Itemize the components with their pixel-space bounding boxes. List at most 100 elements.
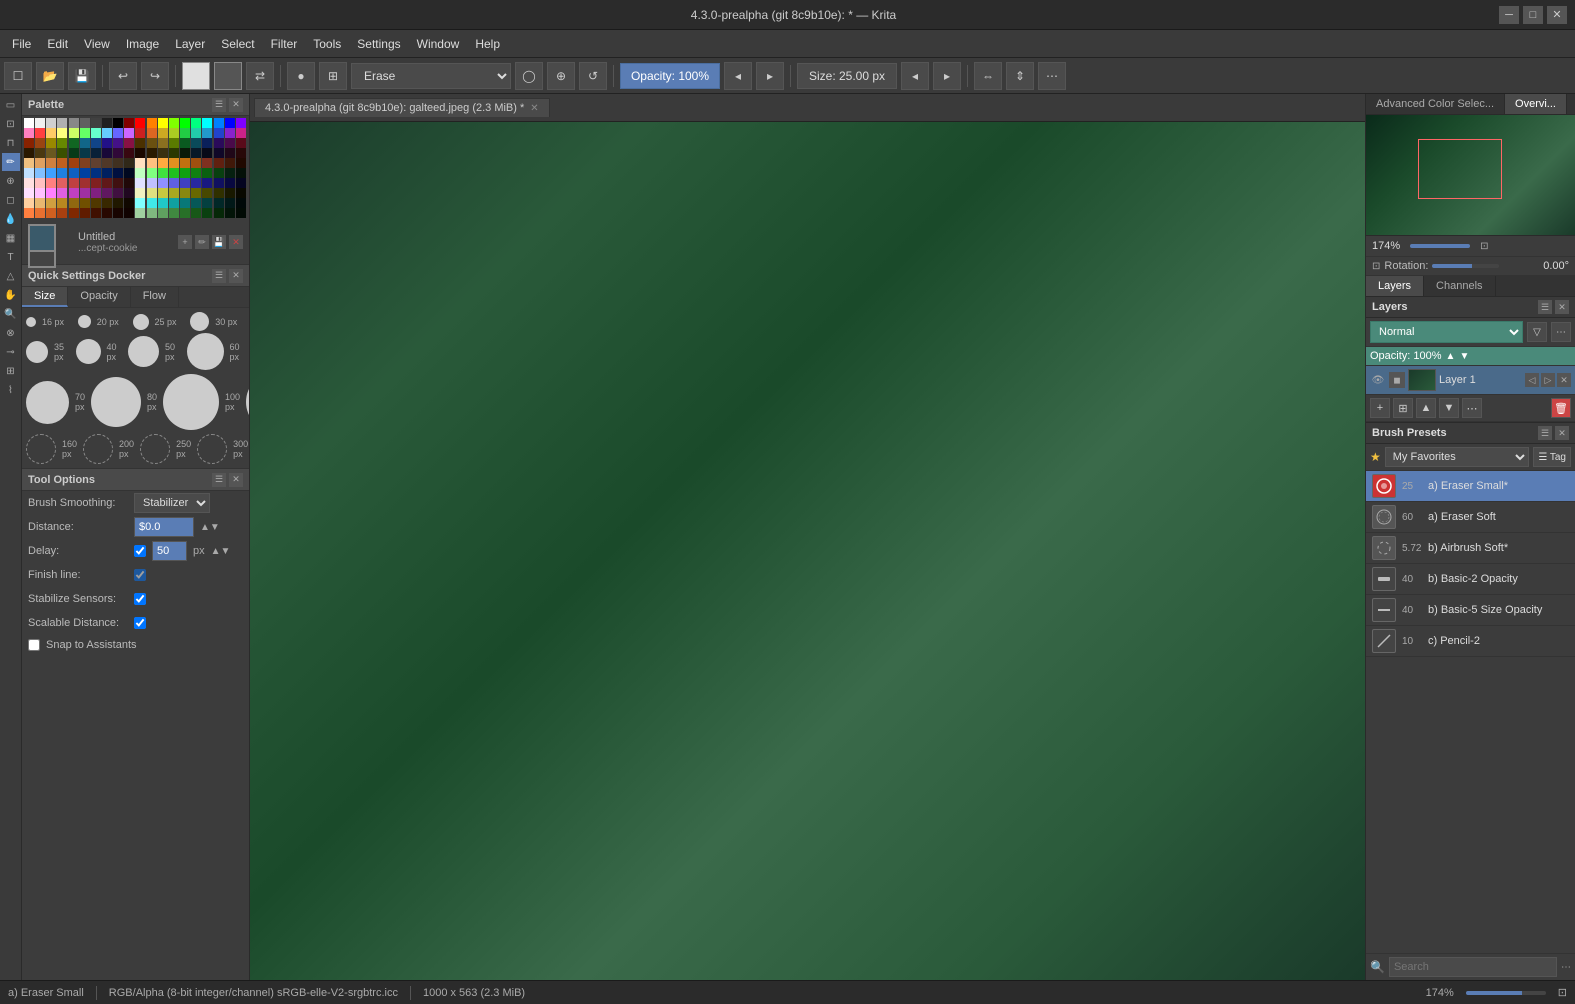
color-swatch[interactable] bbox=[113, 188, 123, 198]
color-swatch[interactable] bbox=[113, 148, 123, 158]
color-swatch[interactable] bbox=[124, 138, 134, 148]
color-swatch[interactable] bbox=[202, 158, 212, 168]
tool-crop[interactable]: ⊓ bbox=[2, 134, 20, 152]
color-swatch[interactable] bbox=[135, 128, 145, 138]
color-swatch[interactable] bbox=[124, 158, 134, 168]
brush-circle-250[interactable] bbox=[140, 434, 170, 464]
color-swatch[interactable] bbox=[46, 128, 56, 138]
grid-button[interactable]: ⊞ bbox=[319, 62, 347, 90]
color-swatch[interactable] bbox=[91, 128, 101, 138]
color-swatch[interactable] bbox=[69, 208, 79, 218]
color-swatch[interactable] bbox=[214, 198, 224, 208]
color-swatch[interactable] bbox=[169, 208, 179, 218]
size-down-button[interactable]: ◂ bbox=[901, 62, 929, 90]
tab-overview[interactable]: Overvi... bbox=[1505, 94, 1567, 114]
brush-circle-200[interactable] bbox=[83, 434, 113, 464]
canvas-tab-item[interactable]: 4.3.0-prealpha (git 8c9b10e): galteed.jp… bbox=[254, 98, 550, 117]
color-swatch[interactable] bbox=[191, 148, 201, 158]
color-swatch[interactable] bbox=[147, 128, 157, 138]
color-swatch[interactable] bbox=[69, 158, 79, 168]
preset-row-eraser-small[interactable]: 25 a) Eraser Small* bbox=[1366, 471, 1575, 502]
swap-colors-button[interactable]: ⇄ bbox=[246, 62, 274, 90]
edit-palette-button[interactable]: ✏ bbox=[195, 235, 209, 249]
color-swatch[interactable] bbox=[225, 178, 235, 188]
color-swatch[interactable] bbox=[202, 178, 212, 188]
color-swatch[interactable] bbox=[236, 158, 246, 168]
tool-shapes[interactable]: △ bbox=[2, 267, 20, 285]
scalable-distance-checkbox[interactable] bbox=[134, 617, 146, 629]
color-swatch[interactable] bbox=[147, 188, 157, 198]
color-swatch[interactable] bbox=[180, 208, 190, 218]
rotation-slider[interactable] bbox=[1432, 264, 1498, 268]
color-swatch[interactable] bbox=[80, 178, 90, 188]
layer-more-button[interactable]: ⋯ bbox=[1462, 398, 1482, 418]
color-swatch[interactable] bbox=[69, 188, 79, 198]
size-up-button[interactable]: ▸ bbox=[933, 62, 961, 90]
preset-row-eraser-soft[interactable]: 60 a) Eraser Soft bbox=[1366, 502, 1575, 533]
color-swatch[interactable] bbox=[147, 138, 157, 148]
color-swatch[interactable] bbox=[80, 168, 90, 178]
color-swatch[interactable] bbox=[158, 148, 168, 158]
color-swatch[interactable] bbox=[225, 188, 235, 198]
color-swatch[interactable] bbox=[69, 138, 79, 148]
maximize-button[interactable]: □ bbox=[1523, 6, 1543, 24]
color-swatch[interactable] bbox=[202, 148, 212, 158]
menu-layer[interactable]: Layer bbox=[167, 34, 213, 54]
color-swatch[interactable] bbox=[35, 168, 45, 178]
tool-zoom[interactable]: 🔍 bbox=[2, 305, 20, 323]
color-swatch[interactable] bbox=[24, 208, 34, 218]
color-swatch[interactable] bbox=[113, 198, 123, 208]
color-swatch[interactable] bbox=[147, 178, 157, 188]
tool-measure[interactable]: ⊸ bbox=[2, 343, 20, 361]
color-swatch[interactable] bbox=[180, 138, 190, 148]
color-swatch[interactable] bbox=[180, 148, 190, 158]
layers-close-button[interactable]: ✕ bbox=[1555, 300, 1569, 314]
overview-thumbnail[interactable] bbox=[1366, 115, 1575, 235]
tab-layers[interactable]: Layers bbox=[1366, 276, 1424, 296]
color-swatch[interactable] bbox=[69, 178, 79, 188]
color-swatch[interactable] bbox=[35, 138, 45, 148]
foreground-color-swatch[interactable] bbox=[28, 224, 56, 252]
color-swatch[interactable] bbox=[191, 208, 201, 218]
color-swatch[interactable] bbox=[80, 158, 90, 168]
stabilize-sensors-checkbox[interactable] bbox=[134, 593, 146, 605]
tool-eyedropper[interactable]: 💧 bbox=[2, 210, 20, 228]
color-swatch[interactable] bbox=[169, 168, 179, 178]
tool-select[interactable]: ▭ bbox=[2, 96, 20, 114]
color-swatch[interactable] bbox=[225, 158, 235, 168]
color-swatch[interactable] bbox=[80, 188, 90, 198]
tag-button[interactable]: ☰ Tag bbox=[1533, 447, 1571, 467]
color-swatch[interactable] bbox=[214, 208, 224, 218]
layer-opacity-down[interactable]: ▼ bbox=[1459, 351, 1469, 362]
blend-filter-button[interactable]: ▽ bbox=[1527, 322, 1547, 342]
brush-circle-30[interactable] bbox=[190, 312, 209, 331]
color-swatch[interactable] bbox=[124, 128, 134, 138]
mirror-h-button[interactable]: ⇔ bbox=[974, 62, 1002, 90]
color-swatch[interactable] bbox=[46, 168, 56, 178]
layer-action-2[interactable]: ▷ bbox=[1541, 373, 1555, 387]
color-swatch[interactable] bbox=[35, 128, 45, 138]
color-swatch[interactable] bbox=[46, 158, 56, 168]
color-swatch[interactable] bbox=[158, 168, 168, 178]
color-swatch[interactable] bbox=[214, 138, 224, 148]
layer-row-1[interactable]: 👁 ◼ Layer 1 ◁ ▷ ✕ bbox=[1366, 366, 1575, 395]
color-swatch[interactable] bbox=[180, 158, 190, 168]
new-document-button[interactable]: ☐ bbox=[4, 62, 32, 90]
color-swatch[interactable] bbox=[69, 148, 79, 158]
copy-brush-button[interactable]: ⊕ bbox=[547, 62, 575, 90]
color-swatch[interactable] bbox=[225, 128, 235, 138]
color-swatch[interactable] bbox=[102, 198, 112, 208]
tab-size[interactable]: Size bbox=[22, 287, 68, 307]
add-layer-button[interactable]: + bbox=[1370, 398, 1390, 418]
zoom-slider[interactable] bbox=[1410, 244, 1470, 248]
color-swatch[interactable] bbox=[35, 178, 45, 188]
color-swatch[interactable] bbox=[225, 148, 235, 158]
canvas-tab-close-button[interactable]: ✕ bbox=[530, 103, 538, 114]
color-swatch[interactable] bbox=[225, 138, 235, 148]
color-swatch[interactable] bbox=[214, 128, 224, 138]
color-swatch[interactable] bbox=[191, 168, 201, 178]
zoom-reset-button[interactable]: ⊡ bbox=[1480, 241, 1488, 252]
color-swatch[interactable] bbox=[236, 118, 246, 128]
color-swatch[interactable] bbox=[46, 148, 56, 158]
tool-eraser[interactable]: ◻ bbox=[2, 191, 20, 209]
